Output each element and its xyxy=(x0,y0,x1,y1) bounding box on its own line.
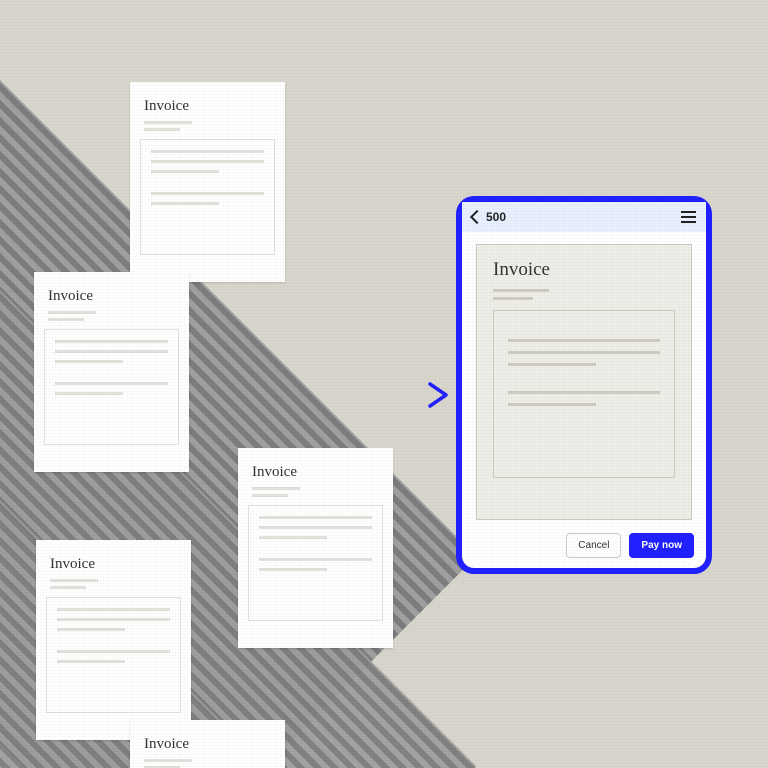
paper-invoice: Invoice xyxy=(130,82,285,282)
paper-invoice-title: Invoice xyxy=(144,736,285,753)
invoice-title: Invoice xyxy=(493,259,675,281)
paper-invoice-title: Invoice xyxy=(252,464,393,481)
paper-invoice: Invoice xyxy=(36,540,191,740)
back-label: 500 xyxy=(486,210,506,224)
menu-icon[interactable] xyxy=(681,211,696,223)
chevron-left-icon xyxy=(470,210,484,224)
cancel-button[interactable]: Cancel xyxy=(566,533,621,558)
pay-now-button[interactable]: Pay now xyxy=(629,533,694,558)
action-bar: Cancel Pay now xyxy=(566,533,694,558)
paper-invoice: Invoice xyxy=(238,448,393,648)
paper-invoice: Invoice xyxy=(130,720,285,768)
device-topbar: 500 xyxy=(462,202,706,232)
paper-invoice: Invoice xyxy=(34,272,189,472)
arrow-icon xyxy=(262,380,452,410)
paper-invoice-title: Invoice xyxy=(48,288,189,305)
back-button[interactable]: 500 xyxy=(472,210,506,224)
paper-invoice-title: Invoice xyxy=(50,556,191,573)
illustration-stage: Invoice Invoice Invoice Invoice Invoice xyxy=(0,0,768,768)
mobile-device: 500 Invoice Cancel Pay now xyxy=(456,196,712,574)
invoice-preview: Invoice xyxy=(476,244,692,520)
paper-invoice-title: Invoice xyxy=(144,98,285,115)
